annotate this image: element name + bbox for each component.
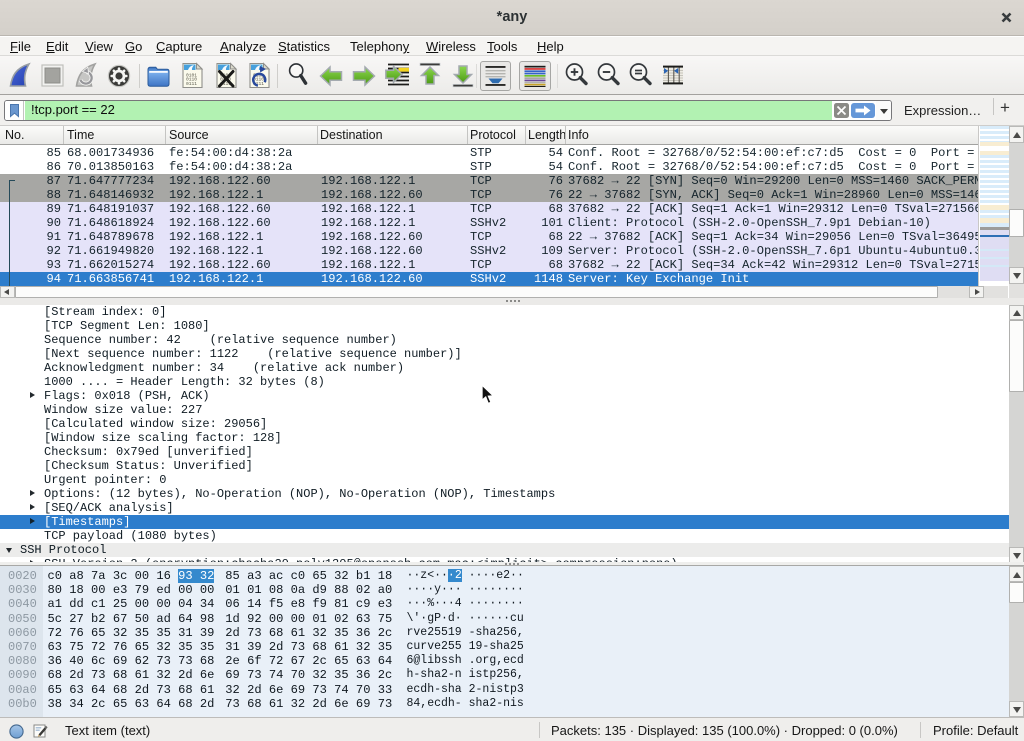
svg-text:0111: 0111 — [186, 81, 197, 87]
